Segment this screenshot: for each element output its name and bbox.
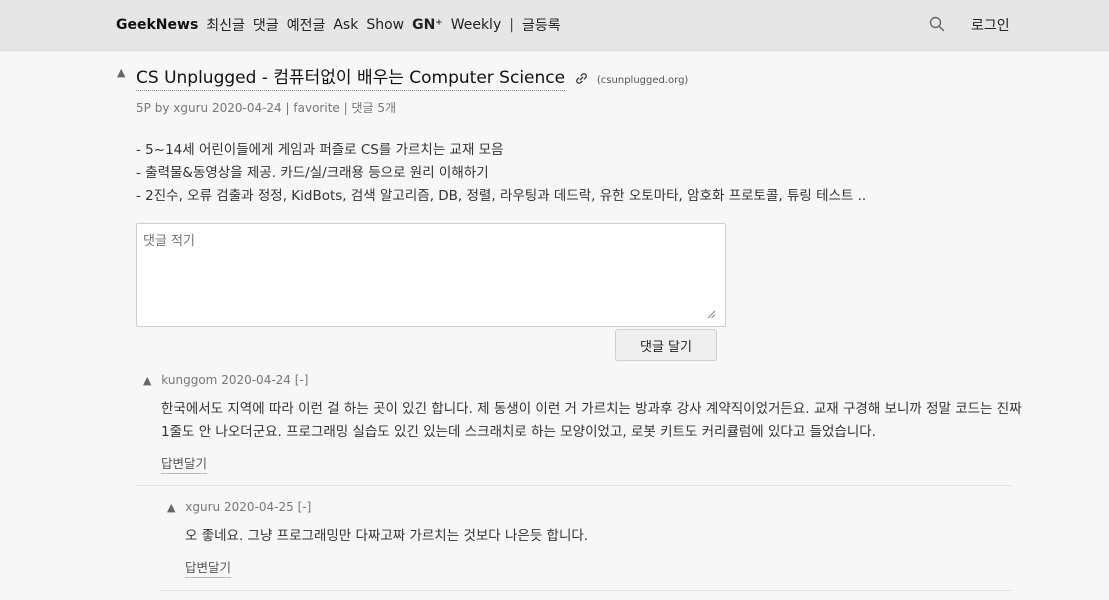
reply-link[interactable]: 답변달기 xyxy=(185,557,232,578)
nav-comments[interactable]: 댓글 xyxy=(253,15,279,35)
meta-separator: | xyxy=(343,101,348,115)
upvote-arrow-icon[interactable]: ▲ xyxy=(167,501,175,514)
topic-domain: (csunplugged.org) xyxy=(596,75,689,86)
comment-author-link[interactable]: xguru xyxy=(185,500,220,514)
topic-meta: 5P by xguru 2020-04-24 | favorite | 댓글 5… xyxy=(136,99,396,116)
nav-ask[interactable]: Ask xyxy=(333,17,358,33)
login-link[interactable]: 로그인 xyxy=(971,15,1010,35)
comment-header: ▲ xguru 2020-04-25 [-] xyxy=(167,500,1007,514)
meta-separator: | xyxy=(285,101,290,115)
resize-grip-icon[interactable] xyxy=(707,310,716,319)
topic-by: by xyxy=(154,101,170,115)
comment-header: ▲ kunggom 2020-04-24 [-] xyxy=(143,373,1023,387)
nav-show[interactable]: Show xyxy=(366,17,404,33)
comment-body: 한국에서도 지역에 따라 이런 걸 하는 곳이 있긴 합니다. 제 동생이 이런… xyxy=(161,398,1031,444)
favorite-link[interactable]: favorite xyxy=(293,101,339,115)
topic-description: - 5~14세 어린이들에게 게임과 퍼즐로 CS를 가르치는 교재 모음 - … xyxy=(136,139,866,208)
search-icon[interactable] xyxy=(929,16,945,32)
topic-title-row: CS Unplugged - 컴퓨터없이 배우는 Computer Scienc… xyxy=(136,63,689,91)
comment-author-link[interactable]: kunggom xyxy=(161,373,217,387)
upvote-arrow-icon[interactable]: ▲ xyxy=(143,374,151,387)
topic-date: 2020-04-24 xyxy=(211,101,282,115)
description-line: - 출력물&동영상을 제공. 카드/실/크래용 등으로 원리 이해하기 xyxy=(136,165,489,181)
comment-body: 오 좋네요. 그냥 프로그래밍만 다짜고짜 가르치는 것보다 나은듯 합니다. xyxy=(185,525,1005,548)
submit-comment-button[interactable]: 댓글 달기 xyxy=(615,329,717,361)
comment-time-link[interactable]: 2020-04-25 xyxy=(224,500,294,514)
comment-line: 오 좋네요. 그냥 프로그래밍만 다짜고짜 가르치는 것보다 나은듯 합니다. xyxy=(185,528,589,544)
comment-divider xyxy=(160,590,1012,591)
comment-item: ▲ xguru 2020-04-25 [-] xyxy=(167,500,1007,514)
main-nav: GeekNews 최신글 댓글 예전글 Ask Show GN⁺ Weekly … xyxy=(116,0,561,50)
description-line: - 2진수, 오류 검출과 정정, KidBots, 검색 알고리즘, DB, … xyxy=(136,188,867,204)
top-navigation-bar: GeekNews 최신글 댓글 예전글 Ask Show GN⁺ Weekly … xyxy=(0,0,1109,51)
comment-textarea[interactable] xyxy=(136,223,726,327)
nav-past[interactable]: 예전글 xyxy=(287,15,326,35)
comment-item: ▲ kunggom 2020-04-24 [-] xyxy=(143,373,1023,387)
topic-author-link[interactable]: xguru xyxy=(173,101,208,115)
comment-line: 한국에서도 지역에 따라 이런 걸 하는 곳이 있긴 합니다. 제 동생이 이런… xyxy=(161,401,1022,417)
reply-link[interactable]: 답변달기 xyxy=(161,453,208,474)
topic-title-link[interactable]: CS Unplugged - 컴퓨터없이 배우는 Computer Scienc… xyxy=(136,68,566,91)
comment-divider xyxy=(136,485,1012,486)
description-line: - 5~14세 어린이들에게 게임과 퍼즐로 CS를 가르치는 교재 모음 xyxy=(136,142,504,158)
comment-time-link[interactable]: 2020-04-24 xyxy=(221,373,291,387)
upvote-arrow-icon[interactable]: ▲ xyxy=(117,66,125,79)
nav-submit[interactable]: 글등록 xyxy=(522,15,561,35)
comment-line: 1줄도 안 나오더군요. 프로그래밍 실습도 있긴 있는데 스크래치로 하는 모… xyxy=(161,424,876,440)
collapse-toggle[interactable]: [-] xyxy=(295,373,309,387)
link-icon xyxy=(575,73,587,84)
collapse-toggle[interactable]: [-] xyxy=(298,500,312,514)
nav-gn-plus[interactable]: GN⁺ xyxy=(412,17,443,33)
comments-count-link[interactable]: 댓글 5개 xyxy=(352,101,397,115)
topic-points: 5P xyxy=(136,101,151,115)
nav-separator: | xyxy=(509,17,514,33)
brand-logo-link[interactable]: GeekNews xyxy=(116,17,198,33)
nav-latest[interactable]: 최신글 xyxy=(206,15,245,35)
nav-weekly[interactable]: Weekly xyxy=(451,17,502,33)
